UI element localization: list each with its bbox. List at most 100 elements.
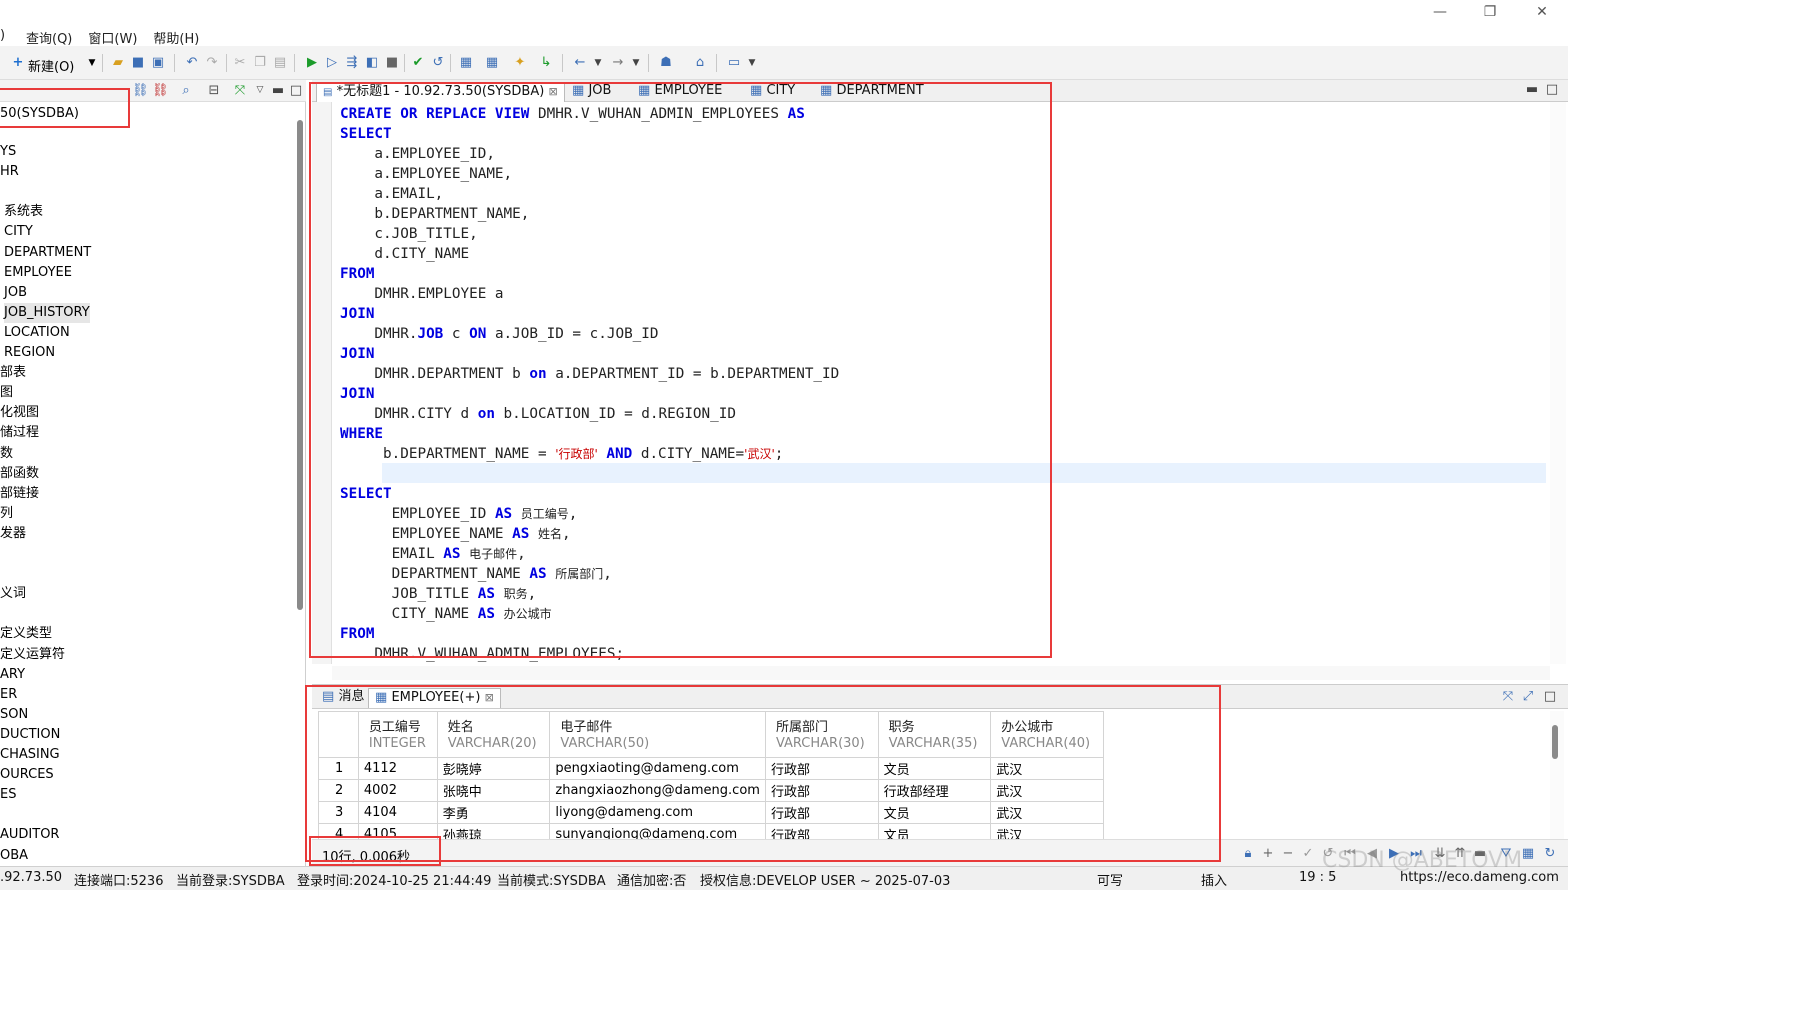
paste-icon[interactable]: ▤ <box>272 55 288 71</box>
layout-icon[interactable]: ▭ <box>726 55 742 71</box>
table-cell[interactable]: 4105 <box>357 823 438 839</box>
tree-item[interactable]: 图 <box>0 383 13 403</box>
table-cell[interactable]: liyong@dameng.com <box>549 801 766 824</box>
pin-panel-icon[interactable]: ⤢ <box>1520 689 1536 705</box>
open-folder-icon[interactable]: ▰ <box>110 55 126 71</box>
tree-item[interactable]: ES <box>0 785 16 805</box>
table-cell[interactable]: 李勇 <box>436 801 551 824</box>
table-cell[interactable]: 武汉 <box>990 801 1104 824</box>
tree-item[interactable]: REGION <box>4 343 55 363</box>
maximize-panel-icon[interactable]: □ <box>1542 689 1558 705</box>
table-cell[interactable]: 彭晓婷 <box>436 757 551 780</box>
back-icon[interactable]: ← <box>572 55 588 71</box>
delete-row-icon[interactable]: − <box>1280 846 1296 862</box>
table-cell[interactable]: 行政部 <box>764 779 879 802</box>
tree-item[interactable]: AUDITOR <box>0 825 59 845</box>
tree-item[interactable]: OBA <box>0 846 28 866</box>
tree-item[interactable]: LOCATION <box>4 323 70 343</box>
tab-job[interactable]: ▦ JOB <box>566 82 617 102</box>
menu-window[interactable]: 窗口(W) <box>80 24 145 47</box>
expand-icon[interactable]: ⤧ <box>232 83 248 99</box>
tab-department[interactable]: ▦ DEPARTMENT <box>814 82 930 102</box>
save-icon[interactable]: ■ <box>130 55 146 71</box>
minimize-panel-icon[interactable]: ▬ <box>270 83 286 99</box>
column-header[interactable]: 职务 VARCHAR(35) <box>877 711 992 758</box>
stop-icon[interactable]: ■ <box>384 55 400 71</box>
tree-item[interactable]: 列 <box>0 504 13 524</box>
table-row[interactable]: 2 4002 张晓中 zhangxiaozhong@dameng.com 行政部 行政部经… <box>318 779 1104 802</box>
tree-item[interactable]: JOB <box>4 283 27 303</box>
link-icon[interactable]: ⛓ <box>132 83 149 99</box>
tree-item[interactable]: 化视图 <box>0 403 39 423</box>
column-header[interactable]: 姓名 VARCHAR(20) <box>436 711 551 758</box>
table-cell[interactable]: 行政部 <box>764 801 879 824</box>
tree-item[interactable]: SON <box>0 705 28 725</box>
restore-panel-icon[interactable]: ⤧ <box>1500 689 1516 705</box>
view-menu-icon[interactable]: ▽ <box>252 82 268 98</box>
rollback-icon[interactable]: ↺ <box>430 55 446 71</box>
table-row[interactable]: 1 4112 彭晓婷 pengxiaoting@dameng.com 行政部 文员 武汉 <box>318 757 1104 780</box>
calendar-icon[interactable]: ▦ <box>458 55 474 71</box>
table-row[interactable]: 3 4104 李勇 liyong@dameng.com 行政部 文员 武汉 <box>318 801 1104 824</box>
chevron-down-icon[interactable]: ▼ <box>84 55 100 71</box>
close-tab-icon[interactable]: ⊠ <box>485 691 494 704</box>
new-button[interactable]: 新建(O) <box>28 56 74 75</box>
unlink-icon[interactable]: ⛓ <box>152 83 169 99</box>
close-button[interactable]: ✕ <box>1522 2 1562 22</box>
tree-item[interactable]: CITY <box>4 222 33 242</box>
tree-item[interactable]: YS <box>0 142 16 162</box>
tree-item[interactable]: 系统表 <box>4 202 43 222</box>
save-all-icon[interactable]: ▣ <box>150 55 166 71</box>
table-cell[interactable]: 文员 <box>877 801 992 824</box>
commit-icon[interactable]: ✔ <box>410 55 426 71</box>
lock-icon[interactable]: 🔒︎ <box>1240 846 1256 862</box>
minimize-button[interactable]: — <box>1420 2 1460 22</box>
apply-icon[interactable]: ✓ <box>1300 846 1316 862</box>
menu-help[interactable]: 帮助(H) <box>145 24 207 47</box>
tab-city[interactable]: ▦ CITY <box>744 82 801 102</box>
tree-item[interactable]: DEPARTMENT <box>4 243 91 263</box>
table-cell[interactable]: 文员 <box>877 757 992 780</box>
cut-icon[interactable]: ✂ <box>232 55 248 71</box>
run-selection-icon[interactable]: ▷ <box>324 55 340 71</box>
tree-item[interactable]: 发器 <box>0 524 26 544</box>
tree-item[interactable]: HR <box>0 162 19 182</box>
copy-icon[interactable]: ❐ <box>252 55 268 71</box>
editor-vertical-scrollbar[interactable] <box>1550 102 1566 664</box>
connection-node[interactable]: 50(SYSDBA) <box>0 102 306 124</box>
column-header[interactable]: 所属部门 VARCHAR(30) <box>764 711 879 758</box>
new-icon[interactable]: + <box>10 55 26 71</box>
tree-item[interactable]: ER <box>0 685 17 705</box>
table-cell[interactable]: 武汉 <box>990 757 1104 780</box>
minimize-editor-icon[interactable]: ▬ <box>1524 82 1540 98</box>
table-cell[interactable]: 行政部 <box>764 757 879 780</box>
table-row[interactable]: 4 4105 孙燕琼 sunyanqiong@dameng.com 行政部 文员 武汉 <box>318 823 1104 839</box>
run-icon[interactable]: ▶ <box>304 55 320 71</box>
tree-item[interactable]: 义词 <box>0 584 26 604</box>
redo-icon[interactable]: ↷ <box>204 55 220 71</box>
tree-item[interactable]: DUCTION <box>0 725 60 745</box>
table-cell[interactable]: pengxiaoting@dameng.com <box>549 757 766 780</box>
tree-item[interactable]: 部函数 <box>0 464 39 484</box>
tree-item[interactable]: 部链接 <box>0 484 39 504</box>
tree-item[interactable]: 储过程 <box>0 423 39 443</box>
table-cell[interactable]: 行政部 <box>764 823 879 839</box>
tab-messages[interactable]: ▤ 消息 <box>316 688 370 708</box>
add-row-icon[interactable]: + <box>1260 846 1276 862</box>
menu-query[interactable]: 查询(Q) <box>18 24 80 47</box>
table-cell[interactable]: 4002 <box>357 779 438 802</box>
bug-icon[interactable]: ☗ <box>658 55 674 71</box>
undo-icon[interactable]: ↶ <box>184 55 200 71</box>
column-header[interactable]: 电子邮件 VARCHAR(50) <box>549 711 766 758</box>
table-cell[interactable]: 文员 <box>877 823 992 839</box>
result-grid[interactable]: 员工编号 INTEGER 姓名 VARCHAR(20) 电子邮件 VARCHAR(50) 所… <box>318 711 1104 839</box>
maximize-panel-icon[interactable]: □ <box>288 83 304 99</box>
tree-item[interactable]: OURCES <box>0 765 54 785</box>
table-cell[interactable]: 行政部经理 <box>877 779 992 802</box>
tab-untitled[interactable]: ▤ *无标题1 - 10.92.73.50(SYSDBA) ⊠ <box>316 82 565 102</box>
tree-item[interactable]: ARY <box>0 665 25 685</box>
tree-item[interactable]: 数 <box>0 444 13 464</box>
tab-employee-result[interactable]: ▦ EMPLOYEE(+) ⊠ <box>368 688 501 708</box>
tree-item[interactable]: CHASING <box>0 745 60 765</box>
explain-icon[interactable]: ◧ <box>364 55 380 71</box>
